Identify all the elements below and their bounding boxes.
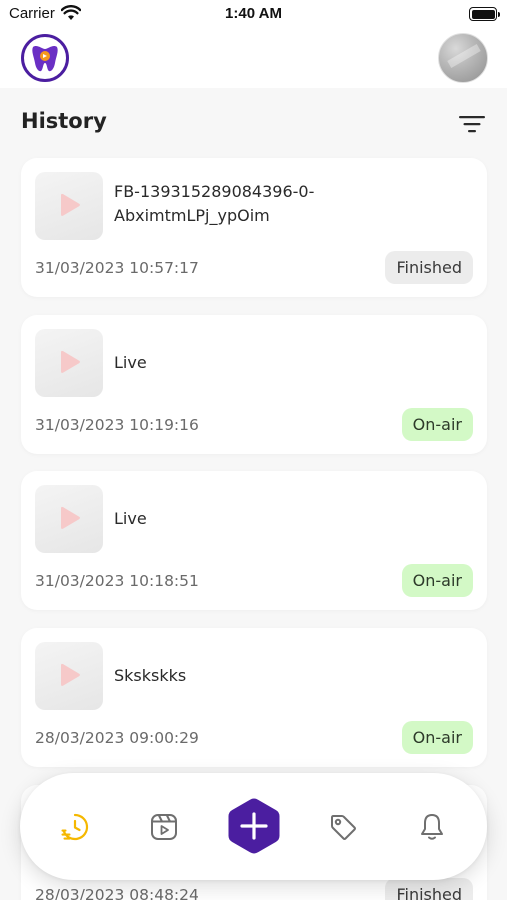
page-title: History bbox=[21, 109, 107, 133]
play-icon bbox=[61, 193, 80, 216]
history-timestamp: 28/03/2023 09:00:29 bbox=[35, 729, 199, 747]
tag-icon[interactable] bbox=[327, 811, 359, 843]
video-icon[interactable] bbox=[148, 811, 180, 843]
history-icon[interactable] bbox=[59, 811, 91, 843]
add-icon[interactable] bbox=[227, 797, 281, 855]
history-timestamp: 31/03/2023 10:19:16 bbox=[35, 416, 199, 434]
video-thumbnail bbox=[35, 172, 103, 240]
history-title: Skskskks bbox=[114, 666, 187, 685]
status-bar: Carrier 1:40 AM bbox=[0, 0, 507, 28]
filter-icon[interactable] bbox=[459, 114, 485, 134]
history-card[interactable]: FB-139315289084396-0-AbximtmLPj_ypOim 31… bbox=[21, 158, 487, 297]
video-thumbnail bbox=[35, 329, 103, 397]
play-icon bbox=[61, 506, 80, 529]
play-icon bbox=[61, 663, 80, 686]
history-timestamp: 31/03/2023 10:57:17 bbox=[35, 259, 199, 277]
status-badge: Finished bbox=[385, 251, 473, 284]
history-card[interactable]: Live 31/03/2023 10:18:51 On-air bbox=[21, 471, 487, 610]
video-thumbnail bbox=[35, 642, 103, 710]
avatar[interactable] bbox=[438, 33, 488, 83]
history-title: Live bbox=[114, 509, 147, 528]
bell-icon[interactable] bbox=[416, 811, 448, 843]
history-card[interactable]: Live 31/03/2023 10:19:16 On-air bbox=[21, 315, 487, 454]
history-title: FB-139315289084396-0-AbximtmLPj_ypOim bbox=[114, 182, 315, 225]
history-title: Live bbox=[114, 353, 147, 372]
status-badge: On-air bbox=[401, 564, 473, 597]
history-card[interactable]: Skskskks 28/03/2023 09:00:29 On-air bbox=[21, 628, 487, 767]
status-badge: On-air bbox=[401, 408, 473, 441]
status-badge: On-air bbox=[401, 721, 473, 754]
battery-icon bbox=[469, 7, 500, 21]
status-badge: Finished bbox=[385, 878, 473, 900]
status-time: 1:40 AM bbox=[225, 5, 282, 22]
video-thumbnail bbox=[35, 485, 103, 553]
history-timestamp: 31/03/2023 10:18:51 bbox=[35, 572, 199, 590]
logo-mark-icon bbox=[32, 46, 58, 72]
app-bar bbox=[0, 28, 507, 88]
history-timestamp: 28/03/2023 08:48:24 bbox=[35, 886, 199, 900]
play-icon bbox=[61, 350, 80, 373]
bottom-nav bbox=[20, 773, 487, 880]
app-logo-icon[interactable] bbox=[21, 34, 69, 82]
